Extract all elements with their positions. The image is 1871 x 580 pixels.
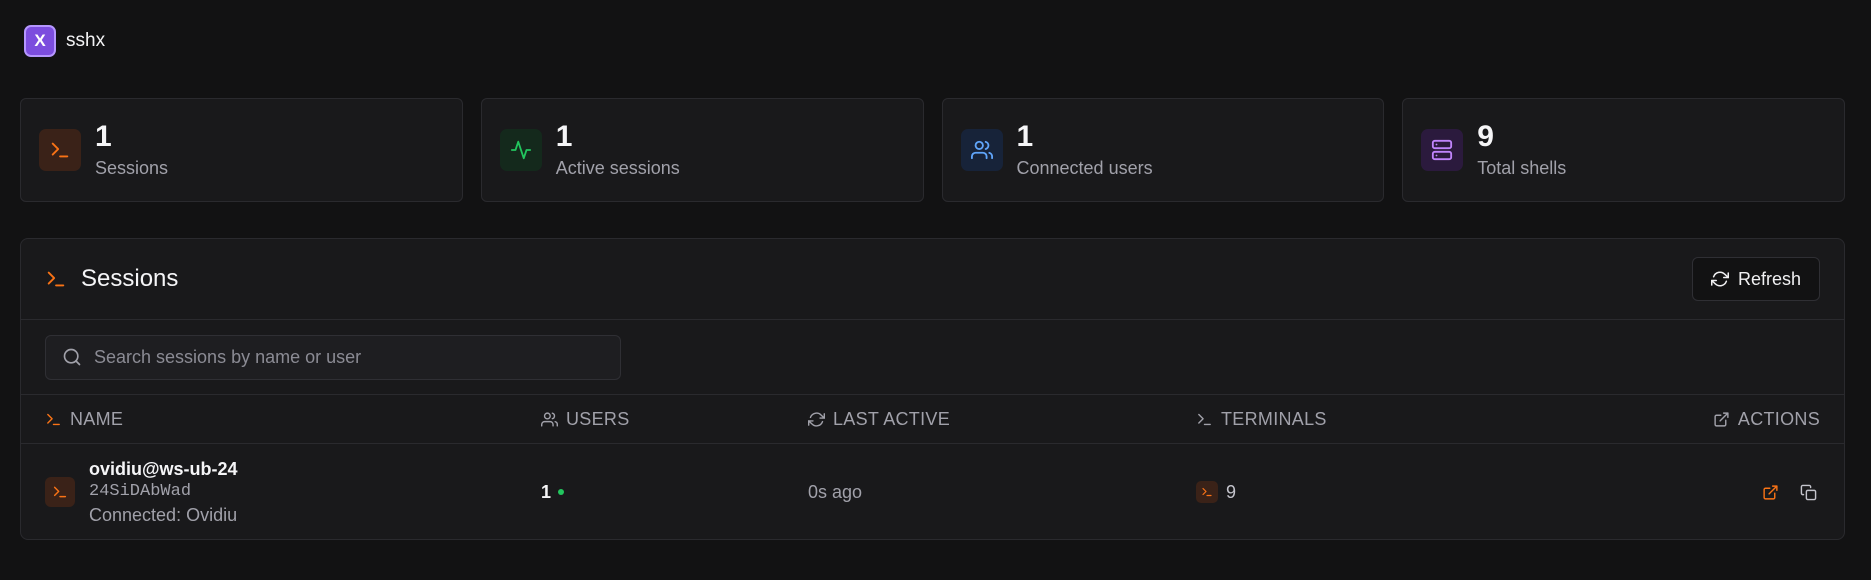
activity-icon <box>499 129 542 171</box>
session-name-cell: ovidiu@ws-ub-24 24SiDAbWad Connected: Ov… <box>45 444 238 539</box>
session-terminals-cell: 9 <box>1196 444 1237 539</box>
stat-value: 9 <box>1477 120 1494 153</box>
table-header: NAME USERS LAST ACTIVE TERMINALS ACTIONS <box>21 395 1844 444</box>
stat-card-active-sessions: 1 Active sessions <box>480 98 924 202</box>
session-host[interactable]: ovidiu@ws-ub-24 <box>89 458 238 480</box>
sessions-panel-header: Sessions Refresh <box>21 239 1844 320</box>
stat-card-connected-users: 1 Connected users <box>941 98 1385 202</box>
terminal-icon <box>1196 411 1213 428</box>
search-input[interactable] <box>94 346 620 368</box>
search-box[interactable] <box>45 334 621 380</box>
terminal-icon <box>1196 481 1218 503</box>
session-id: 24SiDAbWad <box>89 481 192 501</box>
open-session-button[interactable] <box>1758 480 1782 504</box>
column-header-label: ACTIONS <box>1737 409 1820 429</box>
refresh-icon <box>808 411 825 428</box>
stats-row: 1 Sessions 1 Active sessions 1 Connected… <box>20 98 1845 202</box>
search-icon <box>62 347 82 367</box>
terminal-icon <box>45 411 62 428</box>
session-last-active: 0s ago <box>808 481 863 502</box>
stat-card-total-shells: 9 Total shells <box>1402 98 1845 202</box>
logo-letter: X <box>34 31 46 50</box>
sessions-panel: Sessions Refresh NAME USERS <box>20 238 1845 540</box>
refresh-button[interactable]: Refresh <box>1691 257 1820 301</box>
stat-value: 1 <box>1016 120 1034 153</box>
stat-value: 1 <box>555 120 573 153</box>
copy-icon <box>1800 484 1817 501</box>
column-header-name[interactable]: NAME <box>45 395 123 444</box>
stat-card-sessions: 1 Sessions <box>20 98 463 202</box>
column-header-label: TERMINALS <box>1221 409 1327 429</box>
session-connected-user: Connected: Ovidiu <box>89 504 238 525</box>
session-users-cell: 1 <box>541 444 565 539</box>
terminal-icon <box>39 129 81 171</box>
app-name: sshx <box>66 30 106 51</box>
column-header-label: LAST ACTIVE <box>833 409 951 429</box>
table-row[interactable]: ovidiu@ws-ub-24 24SiDAbWad Connected: Ov… <box>21 444 1844 539</box>
stat-value: 1 <box>95 120 112 153</box>
session-actions-cell <box>1758 444 1820 539</box>
stat-label: Active sessions <box>555 158 680 178</box>
users-icon <box>960 129 1003 171</box>
stat-label: Sessions <box>95 158 169 178</box>
online-status-dot <box>558 489 565 495</box>
app-header: X sshx <box>24 25 105 57</box>
refresh-label: Refresh <box>1737 268 1801 289</box>
column-header-users[interactable]: USERS <box>541 395 630 444</box>
user-count: 1 <box>541 481 552 502</box>
external-link-icon <box>1762 484 1779 501</box>
external-link-icon <box>1713 411 1730 428</box>
terminal-count: 9 <box>1226 481 1237 502</box>
column-header-actions: ACTIONS <box>1713 395 1820 444</box>
refresh-icon <box>1710 270 1729 288</box>
column-header-label: USERS <box>566 409 630 429</box>
terminal-icon <box>45 268 67 290</box>
column-header-terminals[interactable]: TERMINALS <box>1196 395 1327 444</box>
column-header-last-active[interactable]: LAST ACTIVE <box>808 395 950 444</box>
panel-title: Sessions <box>81 265 179 292</box>
stat-label: Total shells <box>1477 158 1567 178</box>
search-row <box>21 320 1844 395</box>
server-icon <box>1421 129 1464 171</box>
users-icon <box>541 411 558 428</box>
column-header-label: NAME <box>70 409 124 429</box>
stat-label: Connected users <box>1016 158 1153 178</box>
copy-link-button[interactable] <box>1796 480 1820 504</box>
terminal-icon <box>45 477 75 507</box>
sshx-logo-icon[interactable]: X <box>24 25 56 57</box>
